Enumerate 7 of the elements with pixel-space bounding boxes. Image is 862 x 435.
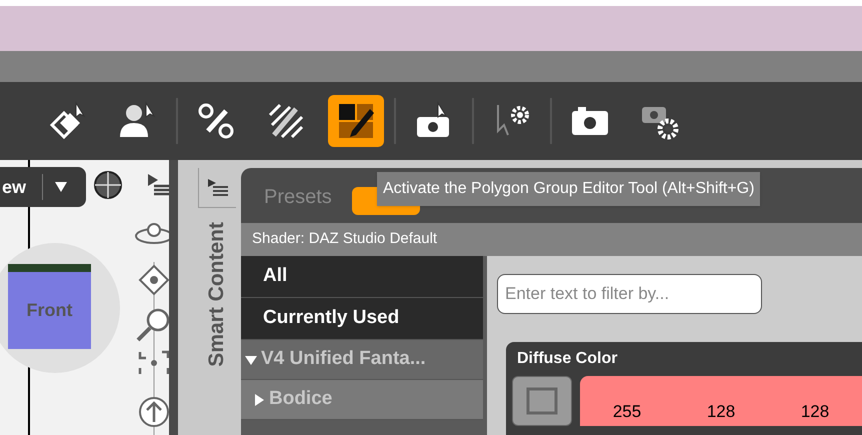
shader-label: Shader: DAZ Studio Default [241,223,862,256]
property-title: Diffuse Color [516,349,618,369]
color-value: 128 [706,400,736,422]
view-cube: Front [8,264,91,349]
color-value: 255 [612,400,642,422]
color-value: 128 [800,400,830,422]
tooltip: Activate the Polygon Group Editor Tool (Alt+Shift+G) [377,172,760,206]
